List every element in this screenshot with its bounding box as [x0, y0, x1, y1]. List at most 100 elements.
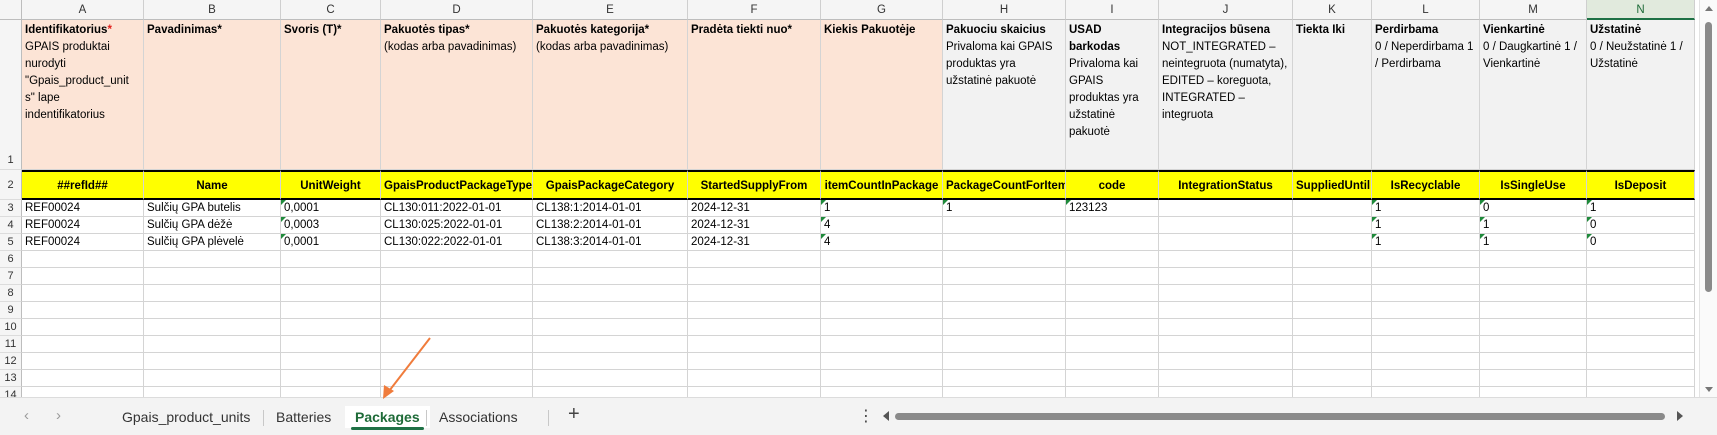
data-cell[interactable]: [1159, 217, 1293, 234]
empty-cell[interactable]: [1480, 353, 1587, 370]
data-cell[interactable]: REF00024: [22, 217, 144, 234]
empty-cell[interactable]: [381, 302, 533, 319]
empty-cell[interactable]: [533, 336, 688, 353]
empty-cell[interactable]: [1372, 285, 1480, 302]
header-cell-l[interactable]: Perdirbama 0 / Neperdirbama 1 / Perdirbam…: [1372, 20, 1480, 170]
empty-cell[interactable]: [1372, 353, 1480, 370]
scroll-left-icon[interactable]: [883, 411, 889, 421]
empty-cell[interactable]: [22, 319, 144, 336]
empty-cell[interactable]: [688, 285, 821, 302]
empty-cell[interactable]: [1480, 285, 1587, 302]
field-name-cell-d[interactable]: GpaisProductPackageType: [381, 170, 533, 200]
row-header-7[interactable]: 7: [0, 268, 22, 285]
empty-cell[interactable]: [1372, 268, 1480, 285]
empty-cell[interactable]: [821, 353, 943, 370]
empty-cell[interactable]: [1066, 302, 1159, 319]
row-header-11[interactable]: 11: [0, 336, 22, 353]
empty-cell[interactable]: [281, 353, 381, 370]
empty-cell[interactable]: [1159, 336, 1293, 353]
data-cell[interactable]: 123123: [1066, 200, 1159, 217]
add-sheet-button[interactable]: +: [568, 403, 580, 426]
column-header-c[interactable]: C: [281, 0, 381, 20]
data-cell[interactable]: CL138:1:2014-01-01: [533, 200, 688, 217]
data-cell[interactable]: 1: [943, 200, 1066, 217]
empty-cell[interactable]: [821, 336, 943, 353]
empty-cell[interactable]: [1159, 251, 1293, 268]
column-header-d[interactable]: D: [381, 0, 533, 20]
empty-cell[interactable]: [22, 370, 144, 387]
data-cell[interactable]: 2024-12-31: [688, 200, 821, 217]
field-name-cell-i[interactable]: code: [1066, 170, 1159, 200]
empty-cell[interactable]: [943, 285, 1066, 302]
empty-cell[interactable]: [943, 251, 1066, 268]
empty-cell[interactable]: [1066, 353, 1159, 370]
empty-cell[interactable]: [1587, 268, 1695, 285]
field-name-cell-b[interactable]: Name: [144, 170, 281, 200]
header-cell-i[interactable]: USAD barkodas Privaloma kai GPAIS produkt…: [1066, 20, 1159, 170]
vertical-scrollbar[interactable]: [1699, 0, 1717, 397]
empty-cell[interactable]: [1587, 370, 1695, 387]
empty-cell[interactable]: [533, 268, 688, 285]
header-cell-n[interactable]: Užstatinė 0 / Neužstatinė 1 / Užstatinė: [1587, 20, 1695, 170]
empty-cell[interactable]: [1159, 319, 1293, 336]
empty-cell[interactable]: [533, 370, 688, 387]
empty-cell[interactable]: [144, 353, 281, 370]
vertical-scroll-thumb[interactable]: [1705, 22, 1712, 292]
empty-cell[interactable]: [943, 268, 1066, 285]
header-cell-a[interactable]: Identifikatorius* GPAIS produktai nurodyt…: [22, 20, 144, 170]
empty-cell[interactable]: [943, 370, 1066, 387]
row-header-2[interactable]: 2: [0, 170, 22, 200]
data-cell[interactable]: [1159, 234, 1293, 251]
tab-gpais-product-units[interactable]: Gpais_product_units: [112, 406, 260, 428]
empty-cell[interactable]: [688, 268, 821, 285]
data-cell[interactable]: CL130:025:2022-01-01: [381, 217, 533, 234]
empty-cell[interactable]: [1293, 319, 1372, 336]
empty-cell[interactable]: [1372, 302, 1480, 319]
data-cell[interactable]: [1066, 234, 1159, 251]
data-cell[interactable]: Sulčių GPA plėvelė: [144, 234, 281, 251]
empty-cell[interactable]: [1480, 370, 1587, 387]
field-name-cell-c[interactable]: UnitWeight: [281, 170, 381, 200]
empty-cell[interactable]: [1480, 251, 1587, 268]
empty-cell[interactable]: [144, 319, 281, 336]
data-cell[interactable]: REF00024: [22, 200, 144, 217]
header-cell-m[interactable]: Vienkartinė 0 / Daugkartinė 1 / Vienkarti…: [1480, 20, 1587, 170]
empty-cell[interactable]: [688, 336, 821, 353]
empty-cell[interactable]: [281, 319, 381, 336]
empty-cell[interactable]: [688, 251, 821, 268]
tab-associations[interactable]: Associations: [429, 406, 528, 428]
empty-cell[interactable]: [688, 302, 821, 319]
empty-cell[interactable]: [144, 285, 281, 302]
empty-cell[interactable]: [22, 268, 144, 285]
row-header-12[interactable]: 12: [0, 353, 22, 370]
data-cell[interactable]: 2024-12-31: [688, 217, 821, 234]
field-name-cell-j[interactable]: IntegrationStatus: [1159, 170, 1293, 200]
empty-cell[interactable]: [533, 302, 688, 319]
empty-cell[interactable]: [22, 251, 144, 268]
empty-cell[interactable]: [1159, 285, 1293, 302]
empty-cell[interactable]: [1159, 370, 1293, 387]
empty-cell[interactable]: [1066, 336, 1159, 353]
empty-cell[interactable]: [281, 370, 381, 387]
data-cell[interactable]: 4: [821, 217, 943, 234]
empty-cell[interactable]: [1293, 336, 1372, 353]
field-name-cell-f[interactable]: StartedSupplyFrom: [688, 170, 821, 200]
data-cell[interactable]: 1: [1372, 200, 1480, 217]
header-cell-c[interactable]: Svoris (T)*: [281, 20, 381, 170]
data-cell[interactable]: 1: [1480, 234, 1587, 251]
empty-cell[interactable]: [1293, 285, 1372, 302]
data-cell[interactable]: 1: [821, 200, 943, 217]
data-cell[interactable]: [1293, 200, 1372, 217]
header-cell-j[interactable]: Integracijos būsena NOT_INTEGRATED – nein…: [1159, 20, 1293, 170]
data-cell[interactable]: 0: [1587, 234, 1695, 251]
column-header-e[interactable]: E: [533, 0, 688, 20]
empty-cell[interactable]: [1159, 302, 1293, 319]
data-cell[interactable]: REF00024: [22, 234, 144, 251]
empty-cell[interactable]: [1587, 302, 1695, 319]
empty-cell[interactable]: [381, 285, 533, 302]
field-name-cell-a[interactable]: ##refId##: [22, 170, 144, 200]
column-header-f[interactable]: F: [688, 0, 821, 20]
scroll-down-icon[interactable]: [1705, 387, 1713, 392]
empty-cell[interactable]: [821, 370, 943, 387]
data-cell[interactable]: Sulčių GPA dėžė: [144, 217, 281, 234]
